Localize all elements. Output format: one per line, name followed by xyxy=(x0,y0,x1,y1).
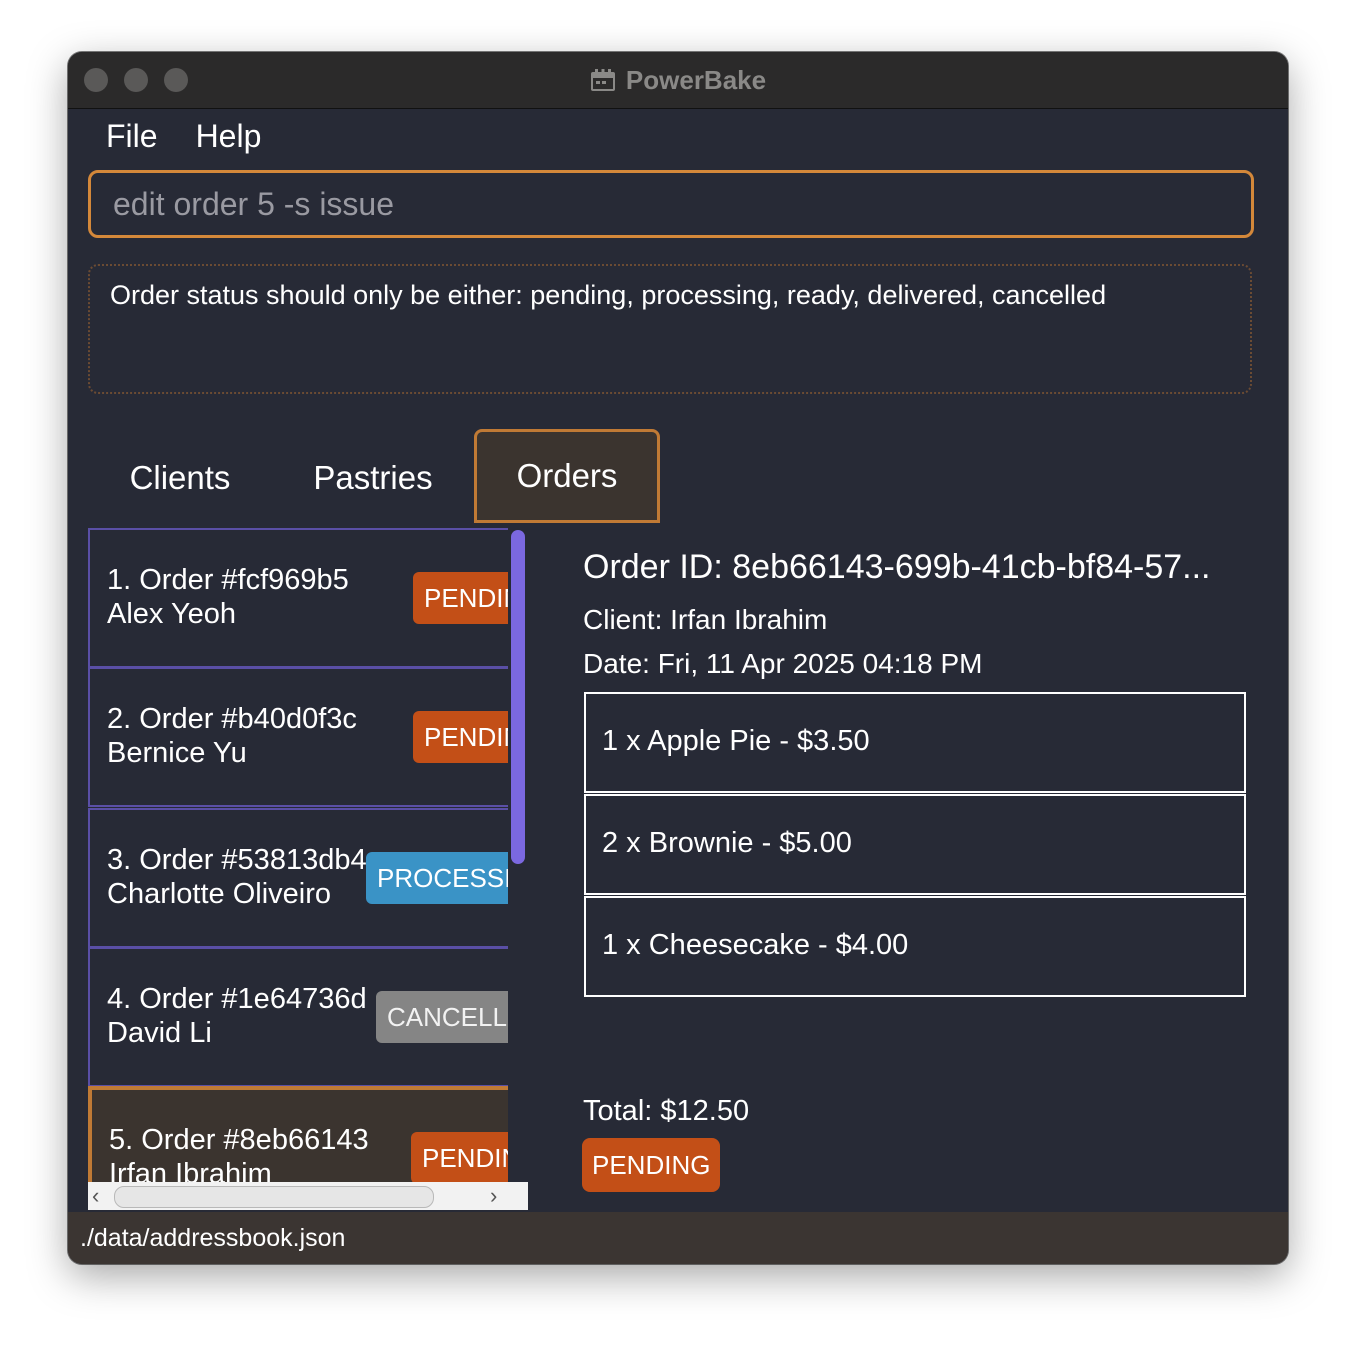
list-vertical-scrollbar[interactable] xyxy=(511,530,525,864)
order-client: Alex Yeoh xyxy=(107,598,237,630)
data-file-path: ./data/addressbook.json xyxy=(80,1224,346,1252)
order-item: 2 x Brownie - $5.00 xyxy=(584,794,1246,895)
order-item-text: 1 x Apple Pie - $3.50 xyxy=(602,725,870,757)
status-badge: PENDING xyxy=(413,572,508,624)
order-title: 2. Order #b40d0f3c xyxy=(107,703,357,735)
status-bar: ./data/addressbook.json xyxy=(68,1212,1288,1264)
order-title: 4. Order #1e64736d xyxy=(107,983,367,1015)
command-box xyxy=(88,170,1254,238)
tab-clients[interactable]: Clients xyxy=(108,442,252,514)
order-title: 3. Order #53813db4 xyxy=(107,844,367,876)
order-status-badge: PENDING xyxy=(582,1138,721,1192)
order-client: Irfan Ibrahim xyxy=(109,1158,272,1182)
scroll-thumb[interactable] xyxy=(114,1186,434,1208)
list-item[interactable]: 1. Order #fcf969b5 Alex Yeoh PENDING xyxy=(88,528,508,668)
order-title: 1. Order #fcf969b5 xyxy=(107,564,349,596)
calendar-icon xyxy=(590,69,615,91)
tab-orders[interactable]: Orders xyxy=(474,429,660,523)
order-title: 5. Order #8eb66143 xyxy=(109,1124,369,1156)
list-item-selected[interactable]: 5. Order #8eb66143 Irfan Ibrahim PENDING xyxy=(88,1086,508,1182)
status-badge: CANCELLED xyxy=(376,991,508,1043)
order-item: 1 x Cheesecake - $4.00 xyxy=(584,896,1246,997)
list-item[interactable]: 2. Order #b40d0f3c Bernice Yu PENDING xyxy=(88,667,508,807)
status-badge: PENDING xyxy=(413,711,508,763)
tab-pastries[interactable]: Pastries xyxy=(298,442,448,514)
scroll-left-icon[interactable]: ‹ xyxy=(92,1182,99,1210)
menu-help[interactable]: Help xyxy=(196,118,262,155)
order-item-text: 1 x Cheesecake - $4.00 xyxy=(602,929,909,961)
result-display: Order status should only be either: pend… xyxy=(88,264,1252,394)
scroll-right-icon[interactable]: › xyxy=(490,1182,497,1210)
order-list: 1. Order #fcf969b5 Alex Yeoh PENDING 2. … xyxy=(88,528,508,1182)
command-input[interactable] xyxy=(111,184,1235,224)
window-title: PowerBake xyxy=(625,64,767,95)
menu-bar: File Help xyxy=(106,118,261,155)
order-client: Bernice Yu xyxy=(107,737,247,769)
order-client: Charlotte Oliveiro xyxy=(107,878,332,910)
order-client: David Li xyxy=(107,1017,212,1049)
order-item: 1 x Apple Pie - $3.50 xyxy=(584,692,1246,793)
status-badge: PENDING xyxy=(411,1132,508,1182)
result-message: Order status should only be either: pend… xyxy=(110,280,1107,310)
order-id: Order ID: 8eb66143-699b-41cb-bf84-57... xyxy=(583,548,1211,586)
list-horizontal-scrollbar[interactable]: ‹ › xyxy=(88,1182,528,1210)
order-client-detail: Client: Irfan Ibrahim xyxy=(583,604,828,635)
list-item[interactable]: 3. Order #53813db4 Charlotte Oliveiro PR… xyxy=(88,808,508,948)
list-item[interactable]: 4. Order #1e64736d David Li CANCELLED xyxy=(88,947,508,1087)
menu-file[interactable]: File xyxy=(106,118,158,155)
order-total: Total: $12.50 xyxy=(583,1095,750,1127)
order-date: Date: Fri, 11 Apr 2025 04:18 PM xyxy=(583,648,983,679)
order-item-text: 2 x Brownie - $5.00 xyxy=(602,827,852,859)
app-window: PowerBake File Help Order status should … xyxy=(68,52,1288,1264)
title-bar: PowerBake xyxy=(68,52,1288,109)
status-badge: PROCESSING xyxy=(366,852,508,904)
